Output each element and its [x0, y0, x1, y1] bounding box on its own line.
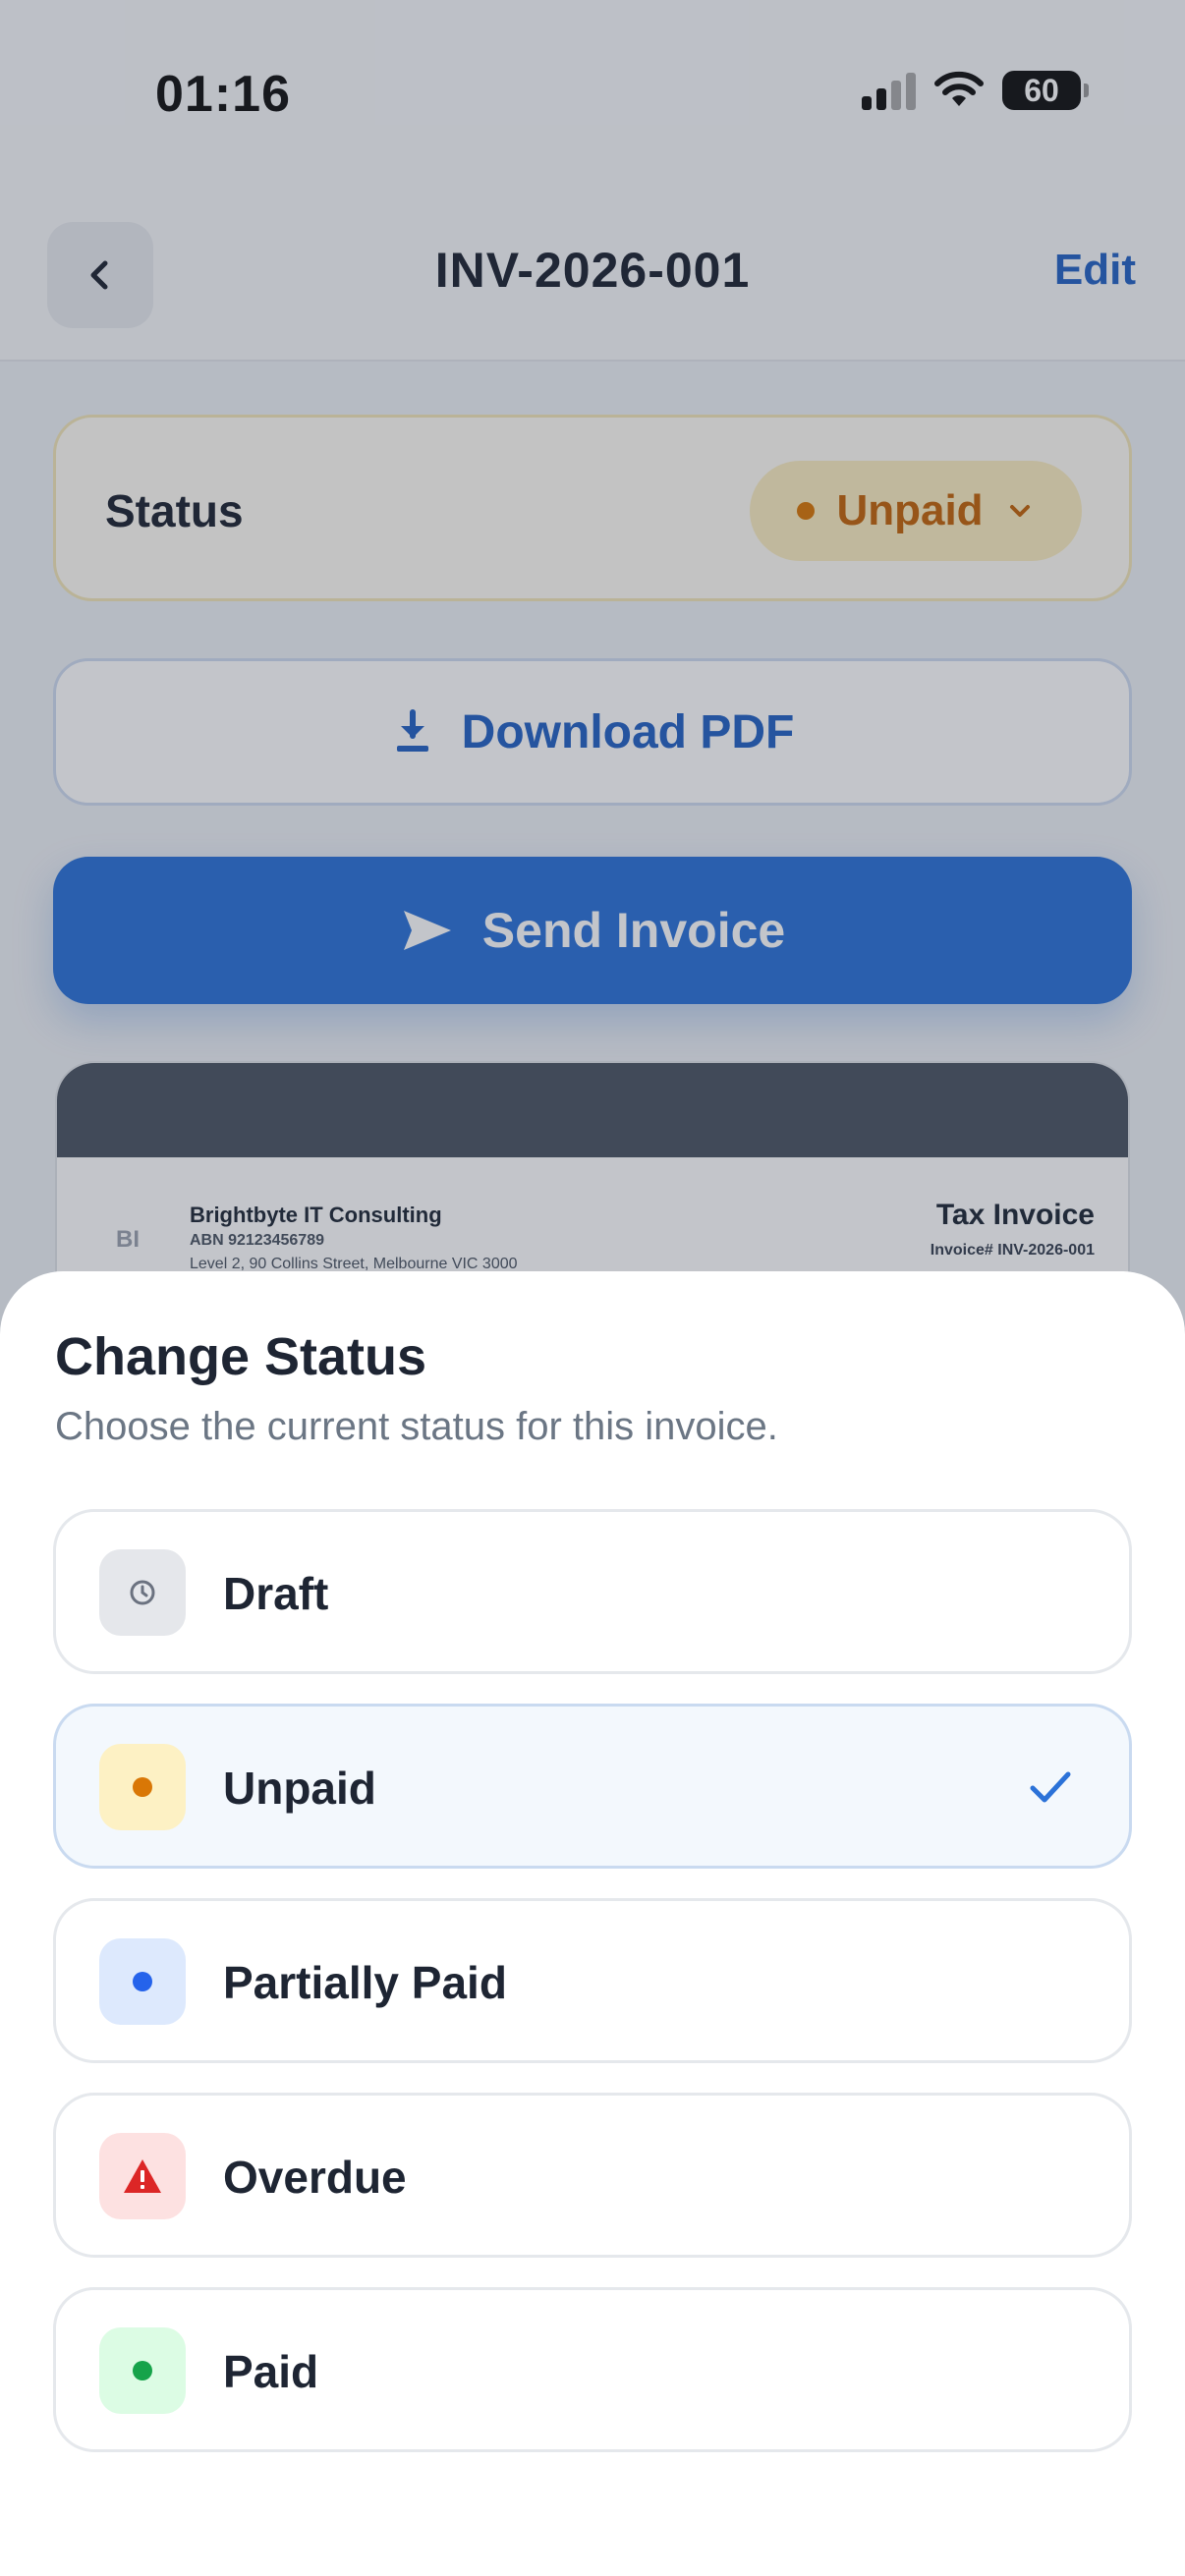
status-option-paid[interactable]: Paid	[53, 2287, 1132, 2452]
clock-icon	[99, 1549, 186, 1636]
checkmark-icon	[1030, 1771, 1071, 1803]
sheet-title: Change Status	[55, 1327, 427, 1386]
sheet-subtitle: Choose the current status for this invoi…	[55, 1405, 778, 1448]
status-option-partially-paid[interactable]: Partially Paid	[53, 1898, 1132, 2063]
warning-icon	[99, 2133, 186, 2219]
dot-icon	[99, 2327, 186, 2414]
dot-icon	[99, 1744, 186, 1830]
status-option-label: Partially Paid	[223, 1957, 507, 2008]
status-option-overdue[interactable]: Overdue	[53, 2093, 1132, 2258]
change-status-sheet: Change Status Choose the current status …	[0, 1271, 1185, 2576]
dot-icon	[99, 1938, 186, 2025]
status-option-label: Draft	[223, 1568, 329, 1619]
status-option-label: Overdue	[223, 2152, 407, 2203]
status-option-label: Paid	[223, 2346, 319, 2397]
status-option-draft[interactable]: Draft	[53, 1509, 1132, 1674]
status-option-label: Unpaid	[223, 1763, 376, 1814]
status-option-unpaid[interactable]: Unpaid	[53, 1704, 1132, 1869]
